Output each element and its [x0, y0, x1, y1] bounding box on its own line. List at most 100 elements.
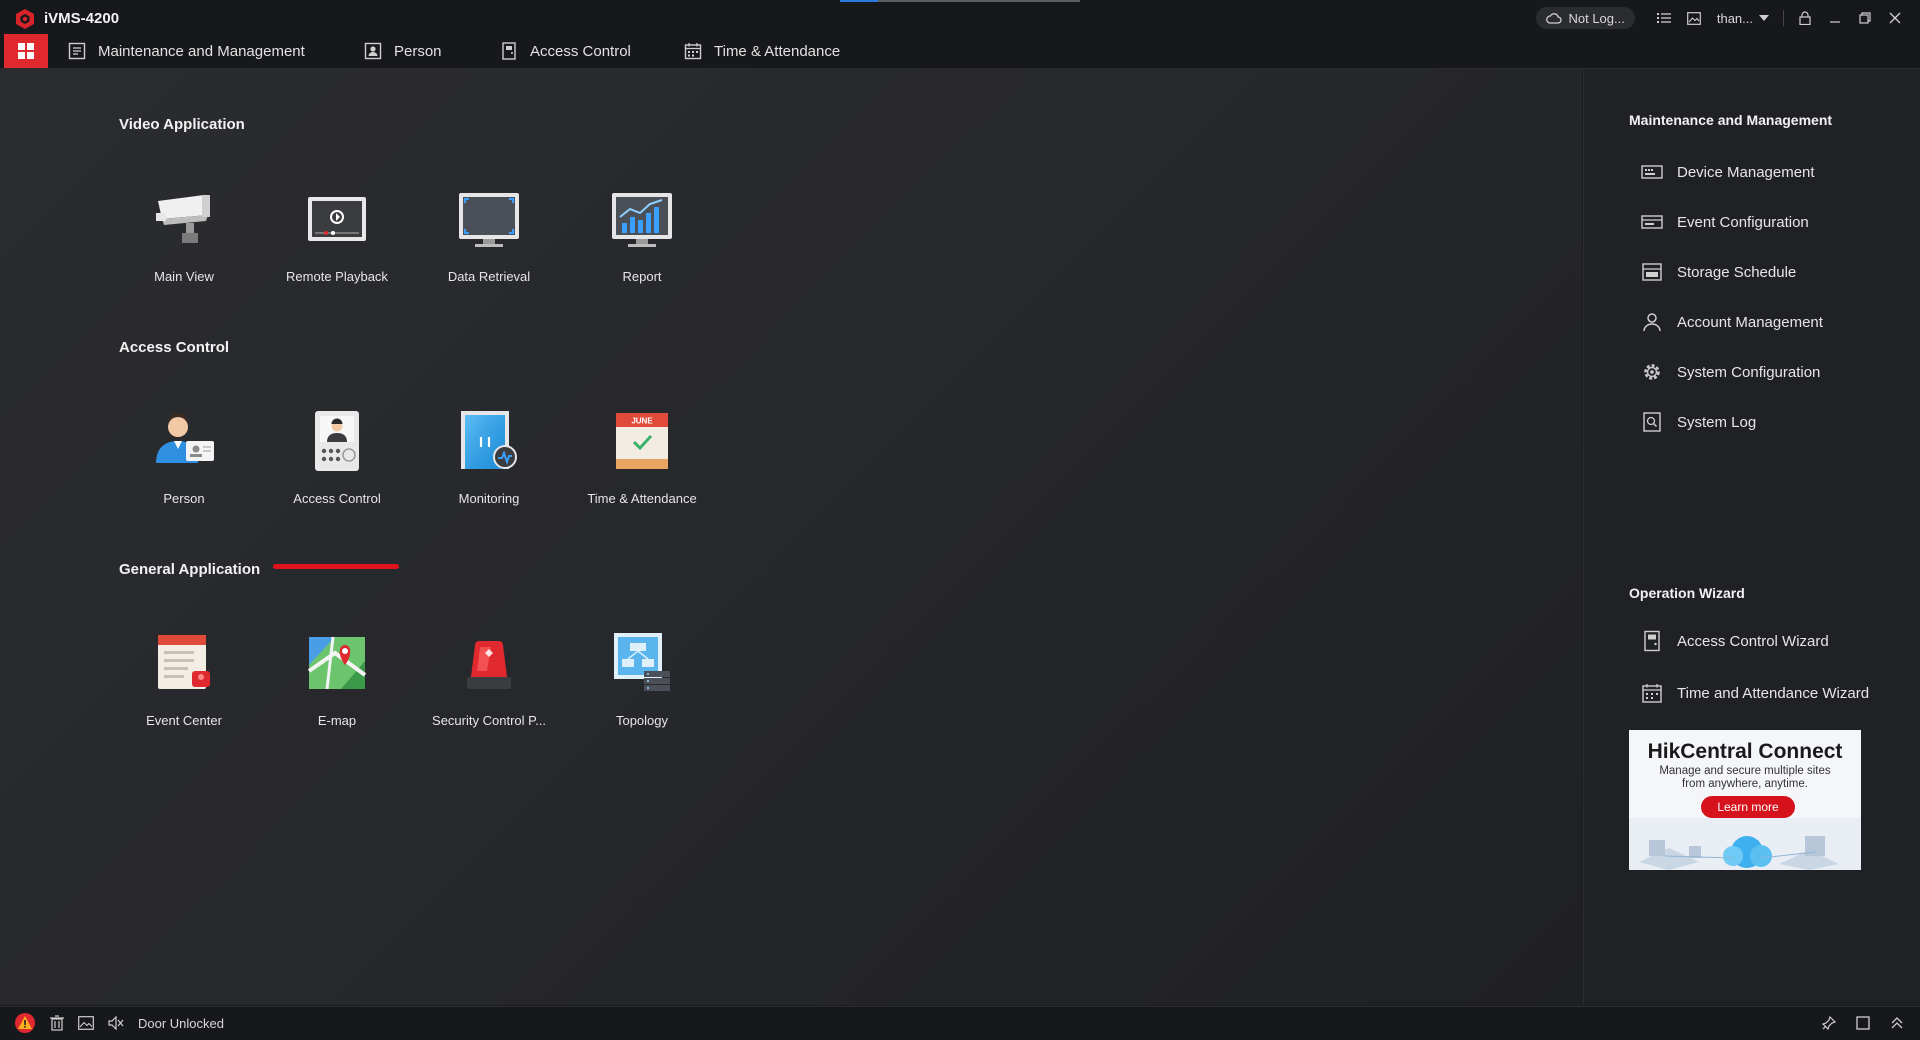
event-center-icon [158, 635, 210, 689]
app-main-view[interactable]: Main View [119, 169, 249, 299]
close-button[interactable] [1880, 6, 1910, 30]
user-name: than... [1716, 10, 1753, 26]
app-e-map[interactable]: E-map [272, 613, 402, 743]
status-right [1820, 1014, 1906, 1032]
app-label: Main View [154, 269, 214, 284]
app-security-control-panel[interactable]: Security Control P... [424, 613, 554, 743]
image-icon [1686, 11, 1701, 25]
mute-icon[interactable] [108, 1016, 124, 1030]
link-label: Event Configuration [1677, 213, 1809, 231]
trash-icon[interactable] [50, 1015, 64, 1031]
title-bar: iVMS-4200 Not Log... than... [0, 0, 1920, 34]
person-card-icon [156, 413, 214, 463]
door-monitor-icon [461, 411, 517, 469]
loading-progress-fill [840, 0, 879, 2]
list-icon [1656, 13, 1671, 23]
app-access-control[interactable]: Access Control [272, 391, 402, 521]
square-icon [1856, 1016, 1870, 1030]
june-calendar-icon: JUNE [616, 413, 668, 469]
status-message: Door Unlocked [138, 1015, 224, 1031]
cloud-status-text: Not Log... [1568, 10, 1625, 26]
link-label: System Configuration [1677, 363, 1821, 381]
separator [1783, 10, 1784, 26]
link-account-management[interactable]: Account Management [1641, 310, 1823, 334]
tab-label: Access Control [530, 42, 631, 60]
learn-more-button[interactable]: Learn more [1701, 796, 1795, 818]
image-icon[interactable] [78, 1016, 94, 1030]
app-label: Monitoring [458, 491, 520, 506]
camera-icon [156, 195, 210, 243]
app-label: Topology [615, 713, 669, 728]
app-data-retrieval[interactable]: Data Retrieval [424, 169, 554, 299]
app-monitoring[interactable]: Monitoring [424, 391, 554, 521]
link-system-configuration[interactable]: System Configuration [1641, 360, 1820, 384]
maintenance-panel-title: Maintenance and Management [1629, 112, 1833, 128]
alarm-warning-icon[interactable] [14, 1013, 36, 1033]
user-menu[interactable]: than... [1709, 11, 1777, 26]
tab-label: Time & Attendance [714, 42, 841, 60]
link-system-log[interactable]: System Log [1641, 410, 1756, 434]
calendar-month-text: JUNE [631, 417, 653, 426]
annotation-underline [273, 564, 399, 569]
lock-button[interactable] [1790, 6, 1820, 30]
app-label: Person [163, 491, 205, 506]
app-person[interactable]: Person [119, 391, 249, 521]
person-icon [364, 42, 382, 60]
picture-button[interactable] [1679, 6, 1709, 30]
banner-title: HikCentral Connect [1647, 740, 1843, 763]
tab-person[interactable]: Person [364, 34, 442, 68]
cloud-icon [1546, 13, 1563, 24]
banner-subtitle-line: from anywhere, anytime. [1682, 778, 1808, 790]
app-remote-playback[interactable]: Remote Playback [272, 169, 402, 299]
link-storage-schedule[interactable]: Storage Schedule [1641, 260, 1796, 284]
app-label: Access Control [293, 491, 381, 506]
app-time-and-attendance[interactable]: JUNE Time & Attendance [577, 391, 707, 521]
hikcentral-banner[interactable]: HikCentral Connect Manage and secure mul… [1629, 730, 1861, 870]
right-panel: Maintenance and Management Device Manage… [1583, 69, 1920, 1005]
pin-icon [1822, 1016, 1836, 1030]
close-icon [1889, 12, 1901, 24]
expand-panel-button[interactable] [1888, 1014, 1906, 1032]
attendance-wizard-icon [1642, 684, 1662, 703]
lock-icon [1799, 11, 1811, 25]
restore-icon [1859, 12, 1871, 24]
section-title-general: General Application [119, 561, 261, 578]
link-label: System Log [1677, 413, 1757, 431]
app-event-center[interactable]: Event Center [119, 613, 249, 743]
link-event-configuration[interactable]: Event Configuration [1641, 210, 1809, 234]
status-bar: Door Unlocked [0, 1006, 1920, 1040]
app-topology[interactable]: Topology [577, 613, 707, 743]
tab-maintenance-and-management[interactable]: Maintenance and Management [68, 34, 305, 68]
minimize-button[interactable] [1820, 6, 1850, 30]
link-access-control-wizard[interactable]: Access Control Wizard [1641, 629, 1829, 653]
cloud-login-button[interactable]: Not Log... [1536, 7, 1635, 29]
home-content: Video Application Main View Remote Playb… [0, 69, 1582, 1005]
app-report[interactable]: Report [577, 169, 707, 299]
module-tab-bar: Maintenance and Management Person Access… [0, 34, 1920, 69]
link-label: Access Control Wizard [1677, 632, 1829, 650]
map-icon [307, 636, 367, 690]
topology-icon [614, 633, 670, 691]
tab-time-and-attendance[interactable]: Time & Attendance [684, 34, 840, 68]
tab-access-control[interactable]: Access Control [500, 34, 631, 68]
link-label: Account Management [1677, 313, 1823, 331]
link-time-attendance-wizard[interactable]: Time and Attendance Wizard [1641, 681, 1869, 705]
app-title: iVMS-4200 [44, 10, 120, 27]
account-icon [1643, 313, 1661, 332]
link-device-management[interactable]: Device Management [1641, 160, 1815, 184]
section-title-video: Video Application [119, 116, 245, 133]
chevron-down-icon [1759, 15, 1769, 21]
banner-subtitle: Manage and secure multiple sites from an… [1649, 765, 1841, 791]
alarm-light-icon [467, 641, 511, 689]
window-mode-button[interactable] [1854, 1014, 1872, 1032]
pin-button[interactable] [1820, 1014, 1838, 1032]
ivms-logo-icon [16, 9, 34, 29]
home-tab[interactable] [4, 34, 48, 68]
link-label: Device Management [1677, 163, 1815, 181]
minimize-icon [1830, 21, 1840, 23]
task-list-button[interactable] [1649, 6, 1679, 30]
app-label: Security Control P... [432, 713, 546, 728]
log-icon [1643, 412, 1661, 432]
tab-label: Person [394, 42, 442, 60]
restore-button[interactable] [1850, 6, 1880, 30]
